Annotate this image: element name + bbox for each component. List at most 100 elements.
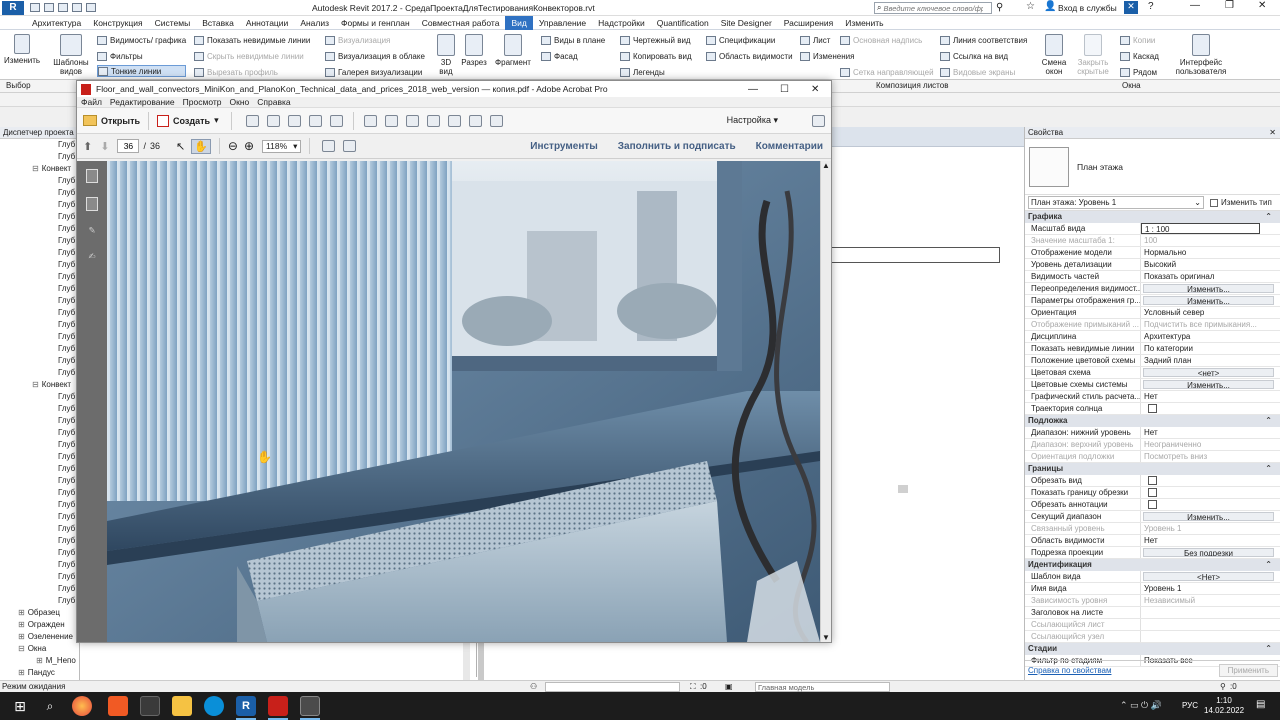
acrobat-maximize-button[interactable]: ☐ (780, 84, 789, 95)
print-icon[interactable] (287, 114, 301, 127)
property-row[interactable]: Уровень детализации Высокий (1025, 259, 1280, 271)
tab-10[interactable]: Надстройки (592, 16, 651, 30)
property-section-underlay[interactable]: Подложка ⌃ (1025, 415, 1280, 427)
property-edit-button[interactable]: <Нет> (1143, 572, 1274, 581)
print-icon[interactable] (86, 3, 96, 12)
acrobat-menu-item[interactable]: Окно (226, 97, 254, 107)
page-up-icon[interactable]: ⬆ (83, 140, 92, 153)
property-row[interactable]: Масштаб вида 1 : 100 (1025, 223, 1280, 235)
acrobat-taskbar-icon[interactable] (268, 696, 288, 716)
close-icon[interactable]: ✕ (1269, 127, 1276, 138)
tree-item[interactable]: Глуб (0, 475, 79, 487)
apply-button[interactable]: Применить (1218, 664, 1278, 677)
property-row[interactable]: Дисциплина Архитектура (1025, 331, 1280, 343)
highlight-icon[interactable] (405, 114, 419, 127)
tab-13[interactable]: Расширения (778, 16, 839, 30)
property-section-extents[interactable]: Границы ⌃ (1025, 463, 1280, 475)
property-checkbox[interactable] (1148, 404, 1157, 413)
tree-item[interactable]: Глуб (0, 367, 79, 379)
user-interface-button[interactable]: Интерфейс пользователя (1172, 34, 1230, 76)
save-icon[interactable] (44, 3, 54, 12)
zoom-dropdown[interactable]: 118% ▾ (262, 139, 302, 153)
tree-item[interactable]: Глуб (0, 523, 79, 535)
callout-button[interactable]: Фрагмент (492, 34, 534, 67)
tree-item[interactable]: Глуб (0, 259, 79, 271)
tree-item[interactable]: Глуб (0, 151, 79, 163)
property-row[interactable]: Положение цветовой схемы Задний план (1025, 355, 1280, 367)
close-hidden-button[interactable]: Закрыть скрытые (1074, 34, 1112, 76)
property-edit-button[interactable]: <нет> (1143, 368, 1274, 377)
tab-8[interactable]: Вид (505, 15, 533, 30)
property-section-identity[interactable]: Идентификация ⌃ (1025, 559, 1280, 571)
filters-button[interactable]: Фильтры (97, 50, 186, 62)
brave-icon[interactable] (108, 696, 128, 716)
revit-logo-icon[interactable]: R (2, 1, 24, 15)
property-row[interactable]: Траектория солнца (1025, 403, 1280, 415)
tab-1[interactable]: Конструкция (87, 16, 148, 30)
property-checkbox[interactable] (1148, 488, 1157, 497)
expand-toggle-icon[interactable]: ⊟ (32, 380, 39, 389)
property-row[interactable]: Подрезка проекции Без подрезки (1025, 547, 1280, 559)
canvas-scroll-thumb[interactable] (898, 485, 908, 493)
property-edit-button[interactable]: Без подрезки (1143, 548, 1274, 557)
cascade-button[interactable]: Каскад (1120, 50, 1159, 62)
property-row[interactable]: Связанный уровень Уровень 1 (1025, 523, 1280, 535)
tree-item[interactable]: Глуб (0, 295, 79, 307)
render-gallery-button[interactable]: Галерея визуализации (325, 66, 425, 78)
tree-item[interactable]: Глуб (0, 415, 79, 427)
section-button[interactable]: Разрез (460, 34, 488, 67)
viewports-button[interactable]: Видовые экраны (940, 66, 1027, 78)
tree-item[interactable]: ⊞ Огражден (0, 619, 79, 631)
page-number-input[interactable] (117, 139, 140, 153)
tab-4[interactable]: Аннотации (240, 16, 295, 30)
property-edit-button[interactable]: Изменить... (1143, 296, 1274, 305)
property-section-phasing[interactable]: Стадии ⌃ (1025, 643, 1280, 655)
tab-3[interactable]: Вставка (196, 16, 240, 30)
show-hidden-lines-button[interactable]: Показать невидимые линии (194, 34, 310, 46)
property-section-graphics[interactable]: Графика ⌃ (1025, 211, 1280, 223)
acrobat-menu-item[interactable]: Редактирование (106, 97, 179, 107)
bookmarks-icon[interactable] (86, 197, 98, 211)
tree-item[interactable]: Глуб (0, 391, 79, 403)
property-checkbox[interactable] (1148, 500, 1157, 509)
acrobat-menu-item[interactable]: Справка (253, 97, 294, 107)
attachments-icon[interactable]: ✎ (86, 225, 98, 239)
calculator-icon[interactable] (140, 696, 160, 716)
tree-item[interactable]: ⊞ Образец (0, 607, 79, 619)
export-icon[interactable] (447, 114, 461, 127)
tree-item[interactable]: Глуб (0, 487, 79, 499)
tree-item[interactable]: Глуб (0, 139, 79, 151)
visibility-graphics-button[interactable]: Видимость/ графика (97, 34, 186, 46)
expand-toggle-icon[interactable]: ⊞ (18, 668, 25, 677)
property-row[interactable]: Видимость частей Показать оригинал (1025, 271, 1280, 283)
plan-views-button[interactable]: Виды в плане (541, 34, 605, 46)
property-edit-button[interactable]: Изменить... (1143, 284, 1274, 293)
expand-toggle-icon[interactable]: ⊟ (32, 164, 39, 173)
tree-item[interactable]: ⊞ Пандус (0, 667, 79, 679)
tab-11[interactable]: Quantification (651, 16, 715, 30)
zoom-in-icon[interactable]: ⊕ (244, 139, 254, 153)
fit-width-icon[interactable] (343, 140, 357, 152)
delete-icon[interactable] (426, 114, 440, 127)
cut-profile-button[interactable]: Вырезать профиль (194, 66, 310, 78)
tree-item[interactable]: Глуб (0, 463, 79, 475)
cloud-upload-icon[interactable] (266, 114, 280, 127)
scroll-down-arrow[interactable]: ▼ (821, 633, 831, 642)
login-link[interactable]: Вход в службы (1058, 3, 1117, 13)
property-row[interactable]: Переопределения видимост... Изменить... (1025, 283, 1280, 295)
properties-help-link[interactable]: Справка по свойствам (1028, 666, 1111, 675)
elevation-button[interactable]: Фасад (541, 50, 605, 62)
matchline-button[interactable]: Линия соответствия (940, 34, 1027, 46)
tree-item[interactable]: Глуб (0, 403, 79, 415)
tree-item[interactable]: Глуб (0, 535, 79, 547)
firefox-icon[interactable] (72, 696, 92, 716)
schedules-button[interactable]: Спецификации (706, 34, 793, 46)
restore-button[interactable]: ❐ (1225, 0, 1234, 11)
property-row[interactable]: Показать невидимые линии По категории (1025, 343, 1280, 355)
workset-dropdown[interactable] (545, 682, 680, 692)
tab-14[interactable]: Изменить (839, 16, 889, 30)
comments-pane-button[interactable]: Комментарии (756, 141, 823, 152)
acrobat-close-button[interactable]: ✕ (811, 84, 819, 95)
property-row[interactable]: Ориентация Условный север (1025, 307, 1280, 319)
fill-sign-pane-button[interactable]: Заполнить и подписать (618, 141, 736, 152)
